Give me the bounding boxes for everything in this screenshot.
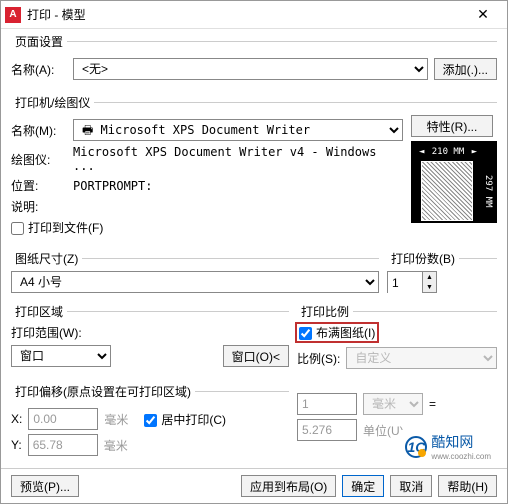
where-label: 位置: (11, 177, 67, 194)
scale-num (297, 393, 357, 415)
offset-legend: 打印偏移(原点设置在可打印区域) (11, 383, 195, 400)
range-select[interactable]: 窗口 (11, 345, 111, 367)
plot-area-legend: 打印区域 (11, 303, 67, 320)
titlebar: A 打印 - 模型 ✕ (1, 1, 507, 29)
plotter-value: Microsoft XPS Document Writer v4 - Windo… (73, 145, 403, 173)
where-value: PORTPROMPT: (73, 179, 152, 193)
scale-legend: 打印比例 (297, 303, 353, 320)
y-label: Y: (11, 438, 22, 452)
spin-down-icon[interactable]: ▼ (423, 282, 436, 292)
unit2-label: 单位(U) (363, 422, 404, 439)
cancel-button[interactable]: 取消 (390, 475, 432, 497)
x-input (28, 408, 98, 430)
page-setup-group: 页面设置 名称(A): <无> 添加(.)... (11, 33, 497, 90)
add-button[interactable]: 添加(.)... (434, 58, 497, 80)
scale-group: 打印比例 布满图纸(I) 比例(S): 自定义 (297, 303, 497, 379)
printer-group: 打印机/绘图仪 名称(M): 🖶 Microsoft XPS Document … (11, 94, 497, 246)
copies-group: 打印份数(B) ▲▼ (387, 250, 497, 299)
footer: 预览(P)... 应用到布局(O) 确定 取消 帮助(H) (1, 468, 507, 503)
page-setup-legend: 页面设置 (11, 33, 67, 50)
plot-area-group: 打印区域 打印范围(W): 窗口 窗口(O)< (11, 303, 289, 379)
paper-preview: 210 MM 297 MM (411, 141, 497, 223)
y-input (28, 434, 98, 456)
printer-legend: 打印机/绘图仪 (11, 94, 94, 111)
x-label: X: (11, 412, 22, 426)
title-text: 打印 - 模型 (27, 6, 463, 23)
preview-paper-rect (421, 161, 473, 221)
ratio-label: 比例(S): (297, 350, 340, 367)
watermark-url: www.coozhi.com (431, 452, 491, 461)
preview-button[interactable]: 预览(P)... (11, 475, 79, 497)
page-name-select[interactable]: <无> (73, 58, 428, 80)
page-name-label: 名称(A): (11, 61, 67, 78)
properties-button[interactable]: 特性(R)... (411, 115, 493, 137)
copies-spinner[interactable]: ▲▼ (387, 271, 437, 293)
printer-name-select[interactable]: 🖶 Microsoft XPS Document Writer (73, 119, 403, 141)
unit1-select: 毫米 (363, 393, 423, 415)
watermark-icon: 1C (405, 436, 427, 458)
equals-label: = (429, 397, 436, 411)
fit-to-paper-checkbox[interactable]: 布满图纸(I) (297, 324, 377, 341)
apply-layout-button[interactable]: 应用到布局(O) (241, 475, 336, 497)
paper-size-select[interactable]: A4 小号 (11, 271, 379, 293)
paper-size-legend: 图纸尺寸(Z) (11, 250, 82, 267)
watermark-text: 酷知网 (431, 434, 473, 450)
ratio-select: 自定义 (346, 347, 497, 369)
center-checkbox[interactable]: 居中打印(C) (144, 411, 226, 428)
copies-input[interactable] (388, 272, 422, 294)
ok-button[interactable]: 确定 (342, 475, 384, 497)
x-unit: 毫米 (104, 411, 128, 428)
preview-height: 297 MM (483, 163, 493, 219)
desc-label: 说明: (11, 198, 67, 215)
help-button[interactable]: 帮助(H) (438, 475, 497, 497)
printer-name-label: 名称(M): (11, 122, 67, 139)
offset-group: 打印偏移(原点设置在可打印区域) X: 毫米 居中打印(C) Y: 毫米 (11, 383, 289, 466)
close-button[interactable]: ✕ (463, 3, 503, 27)
range-label: 打印范围(W): (11, 324, 289, 341)
print-dialog: A 打印 - 模型 ✕ 页面设置 名称(A): <无> 添加(.)... 打印机… (0, 0, 508, 504)
plotter-label: 绘图仪: (11, 151, 67, 168)
app-icon: A (5, 7, 21, 23)
window-button[interactable]: 窗口(O)< (223, 345, 289, 367)
spin-up-icon[interactable]: ▲ (423, 272, 436, 282)
copies-legend: 打印份数(B) (387, 250, 459, 267)
watermark: 1C 酷知网 www.coozhi.com (399, 430, 497, 463)
scale-den (297, 419, 357, 441)
preview-width: 210 MM (421, 147, 475, 157)
paper-size-group: 图纸尺寸(Z) A4 小号 (11, 250, 379, 299)
y-unit: 毫米 (104, 437, 128, 454)
to-file-checkbox[interactable]: 打印到文件(F) (11, 219, 103, 236)
